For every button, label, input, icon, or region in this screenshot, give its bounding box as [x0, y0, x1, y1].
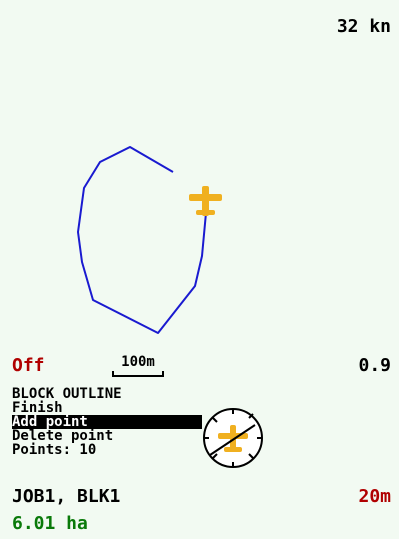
field-map[interactable] [0, 0, 399, 360]
scale-label: 100m [121, 354, 155, 370]
airplane-icon [189, 186, 222, 216]
ground-speed: 32 kn [336, 16, 391, 37]
scale-bar [112, 371, 164, 377]
menu-title: BLOCK OUTLINE [12, 386, 122, 402]
swath-width: 20m [358, 486, 391, 507]
menu-item-add-point[interactable]: Add point [12, 415, 202, 429]
gps-status: Off [12, 355, 45, 376]
compass-icon [203, 408, 263, 468]
block-outline-path [77, 146, 208, 334]
gps-guidance-screen: 32 kn Off 100m 0.9 BLOCK OUTLINE Finish … [0, 0, 399, 539]
field-area: 6.01 ha [12, 513, 88, 534]
points-count: Points: 10 [12, 442, 97, 458]
job-block-label: JOB1, BLK1 [12, 486, 121, 507]
menu-item-finish[interactable]: Finish [12, 401, 202, 415]
ratio-value: 0.9 [358, 355, 391, 376]
block-outline-menu: BLOCK OUTLINE Finish Add point Delete po… [12, 387, 202, 457]
map-scale: 100m [110, 355, 166, 377]
menu-item-delete-point[interactable]: Delete point [12, 429, 202, 443]
